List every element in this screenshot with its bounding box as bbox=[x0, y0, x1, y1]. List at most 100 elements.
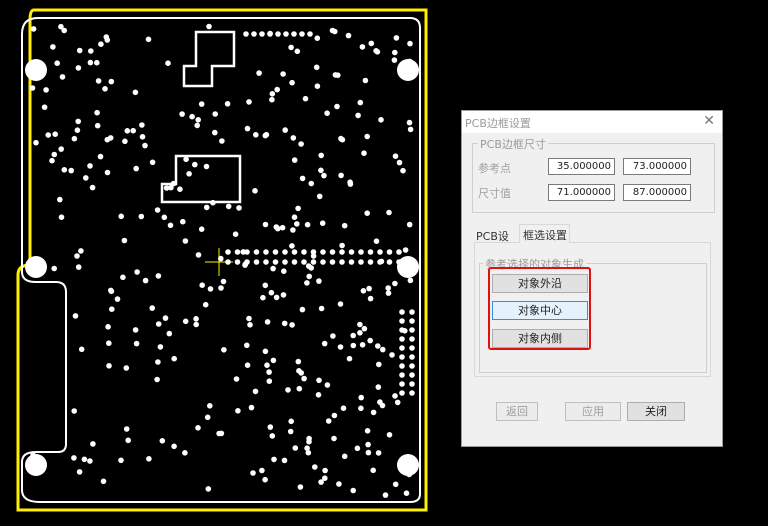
pad bbox=[301, 249, 307, 255]
pad bbox=[273, 294, 280, 301]
pad bbox=[266, 369, 272, 375]
pad bbox=[292, 445, 299, 451]
pad bbox=[294, 221, 300, 227]
ref-x-field[interactable]: 35.000000 bbox=[548, 158, 615, 175]
pad bbox=[409, 336, 415, 342]
highlight-box bbox=[488, 267, 591, 350]
pad bbox=[155, 359, 161, 365]
mount-hole bbox=[397, 256, 419, 278]
pad bbox=[287, 428, 294, 435]
pad bbox=[89, 184, 96, 191]
pad bbox=[298, 141, 304, 147]
pad bbox=[362, 77, 369, 84]
pad bbox=[133, 165, 139, 172]
pad bbox=[61, 167, 68, 173]
pad bbox=[81, 456, 88, 463]
pad bbox=[224, 101, 231, 107]
pad bbox=[269, 433, 276, 439]
pad bbox=[324, 382, 331, 388]
pad bbox=[289, 322, 295, 328]
pad bbox=[409, 372, 415, 378]
pad bbox=[104, 169, 111, 176]
pad bbox=[288, 418, 295, 425]
back-button[interactable]: 返回 bbox=[496, 402, 538, 421]
apply-button[interactable]: 应用 bbox=[565, 402, 621, 421]
close-icon[interactable]: ✕ bbox=[703, 113, 715, 129]
pad bbox=[406, 119, 413, 126]
pad bbox=[225, 259, 231, 265]
pad bbox=[291, 214, 298, 220]
pad bbox=[380, 346, 386, 353]
pad bbox=[171, 443, 177, 450]
pad bbox=[198, 101, 205, 107]
pad bbox=[409, 390, 415, 396]
pad bbox=[385, 285, 392, 291]
pad bbox=[364, 428, 371, 434]
pad bbox=[51, 265, 57, 272]
pad bbox=[94, 59, 100, 66]
pad bbox=[54, 60, 60, 66]
pad bbox=[358, 249, 364, 255]
size-w-field[interactable]: 71.000000 bbox=[548, 184, 615, 201]
pad bbox=[365, 449, 372, 456]
pad bbox=[358, 405, 364, 412]
pad bbox=[392, 393, 398, 399]
pad bbox=[305, 449, 312, 456]
pad bbox=[195, 117, 201, 123]
pad bbox=[393, 35, 400, 41]
pad bbox=[315, 392, 322, 398]
pad bbox=[318, 167, 324, 174]
pad bbox=[122, 138, 128, 145]
pad bbox=[262, 282, 269, 289]
pad bbox=[98, 41, 104, 47]
pad bbox=[329, 27, 336, 34]
pad bbox=[391, 57, 398, 63]
pad bbox=[340, 405, 347, 412]
pad bbox=[338, 135, 344, 142]
pad bbox=[76, 47, 83, 54]
pad bbox=[123, 426, 130, 432]
pad bbox=[275, 31, 281, 37]
close-button[interactable]: 关闭 bbox=[627, 402, 685, 421]
pad bbox=[368, 40, 375, 47]
pad bbox=[318, 305, 325, 312]
pad bbox=[244, 125, 251, 132]
pad bbox=[139, 134, 146, 140]
pad bbox=[108, 287, 114, 294]
pad bbox=[216, 430, 222, 437]
tab-box-select-settings[interactable]: 框选设置 bbox=[519, 224, 570, 243]
pad bbox=[139, 122, 145, 128]
pad bbox=[299, 31, 305, 37]
ref-y-field[interactable]: 73.000000 bbox=[623, 158, 691, 175]
pad bbox=[102, 86, 108, 92]
pad bbox=[310, 259, 317, 265]
pad bbox=[386, 432, 393, 438]
pad bbox=[182, 238, 189, 244]
pad bbox=[392, 49, 398, 56]
pad bbox=[271, 456, 277, 463]
pad bbox=[269, 96, 275, 103]
pad bbox=[358, 259, 364, 265]
pad bbox=[182, 450, 188, 456]
pcb-size-group-label: PCB边框尺寸 bbox=[478, 136, 548, 152]
pad bbox=[72, 313, 79, 319]
pad bbox=[49, 157, 55, 164]
tab-pcb-settings[interactable]: PCB设置 bbox=[476, 228, 518, 259]
size-h-field[interactable]: 87.000000 bbox=[623, 184, 691, 201]
mount-hole bbox=[25, 59, 47, 81]
pad bbox=[359, 44, 366, 50]
pad bbox=[290, 227, 296, 233]
pad bbox=[267, 31, 273, 37]
pad bbox=[149, 305, 155, 311]
pad bbox=[236, 205, 242, 211]
pad bbox=[154, 207, 161, 213]
pad bbox=[378, 117, 384, 123]
pad bbox=[59, 74, 66, 80]
pad bbox=[320, 259, 326, 265]
pad bbox=[377, 399, 383, 405]
pad bbox=[264, 319, 271, 325]
pad bbox=[409, 363, 415, 369]
pad bbox=[246, 315, 252, 322]
pad bbox=[291, 259, 298, 265]
pad bbox=[165, 60, 171, 66]
